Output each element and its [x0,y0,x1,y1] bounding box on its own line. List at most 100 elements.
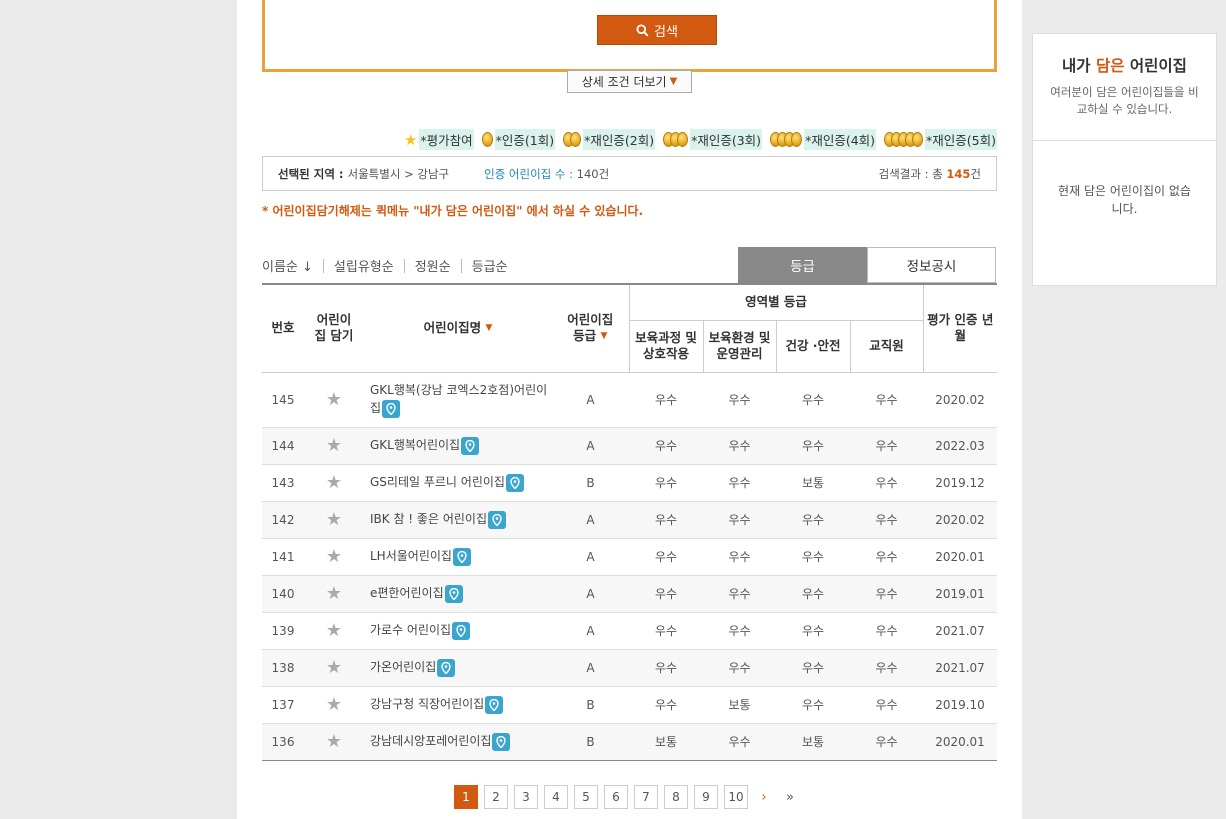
col-grade[interactable]: 어린이집 등급 ▼ [552,283,629,373]
last-page-button[interactable]: » [780,785,800,809]
row-grade-staff: 우수 [850,575,923,613]
result-prefix: 검색결과 : 총 [878,166,943,181]
star-icon[interactable]: ★ [326,694,342,715]
row-no: 142 [262,501,304,539]
daycare-name-link[interactable]: GKL행복어린이집 [370,438,460,452]
row-no: 145 [262,372,304,428]
sort-down-icon: ▼ [600,331,608,342]
row-date: 2020.01 [923,538,997,576]
medal-icon [563,132,582,147]
legend-label: *재인증(4회) [804,129,877,150]
region-bar: 선택된 지역 : 서울특별시 > 강남구 인증 어린이집 수 : 140건 검색… [262,156,997,191]
daycare-name-link[interactable]: 강남데시앙포레어린이집 [370,734,491,748]
row-grade-environment: 우수 [703,501,776,539]
row-grade-curriculum: 보통 [629,723,703,761]
side-empty-message: 현재 담은 어린이집이 없습니다. [1058,184,1191,216]
row-grade: A [552,538,629,576]
page-button[interactable]: 7 [634,785,658,809]
map-pin-icon[interactable] [505,473,524,492]
cert-count: 인증 어린이집 수 : 140건 [484,166,609,182]
star-icon[interactable]: ★ [326,509,342,530]
sort-option[interactable]: 설립유형순 [334,256,394,275]
view-tab[interactable]: 정보공시 [867,247,996,283]
row-grade-curriculum: 우수 [629,575,703,613]
table-row: 143 ★ GS리테일 푸르니 어린이집 B 우수 우수 보통 우수 2019.12 [262,464,997,502]
daycare-name-link[interactable]: 가로수 어린이집 [370,623,451,637]
map-pin-icon[interactable] [492,732,511,751]
row-grade-curriculum: 우수 [629,612,703,650]
row-grade: A [552,372,629,428]
legend-item: *재인증(5회) [884,129,997,150]
star-icon[interactable]: ★ [326,657,342,678]
page-button[interactable]: 9 [694,785,718,809]
row-no: 144 [262,427,304,465]
star-icon[interactable]: ★ [326,731,342,752]
daycare-name-link[interactable]: 강남구청 직장어린이집 [370,697,484,711]
row-grade-environment: 우수 [703,575,776,613]
col-name[interactable]: 어린이집명 ▼ [364,283,552,373]
page-button[interactable]: 10 [724,785,748,809]
result-count: 145 [946,166,971,181]
row-grade-environment: 우수 [703,649,776,687]
page-button[interactable]: 8 [664,785,688,809]
star-icon[interactable]: ★ [326,546,342,567]
map-pin-icon[interactable] [488,510,506,529]
more-conditions-button[interactable]: 상세 조건 더보기 ▼ [567,70,692,93]
star-icon[interactable]: ★ [326,583,342,604]
sort-divider [460,258,462,273]
map-pin-icon[interactable] [461,436,480,455]
row-date: 2019.01 [923,575,997,613]
save-star-cell: ★ [304,538,364,576]
page-button[interactable]: 5 [574,785,598,809]
result-suffix: 건 [970,166,981,181]
table-row: 138 ★ 가온어린이집 A 우수 우수 우수 우수 2021.07 [262,649,997,687]
side-title: 내가 담은 어린이집 [1033,54,1216,76]
cert-count-label: 인증 어린이집 수 : [484,166,574,181]
col-year: 평가 인증 년월 [922,283,997,373]
row-grade-health: 우수 [776,575,850,613]
view-tab[interactable]: 등급 [738,247,867,283]
page-button[interactable]: 6 [604,785,628,809]
row-grade-curriculum: 우수 [629,427,703,465]
row-grade-curriculum: 우수 [629,372,703,428]
row-no: 139 [262,612,304,650]
legend-label: *인증(1회) [494,129,556,150]
side-title-pre: 내가 [1062,57,1096,75]
map-pin-icon[interactable] [452,547,471,566]
daycare-name-link[interactable]: 가온어린이집 [370,660,436,674]
next-page-button[interactable]: › [754,785,774,809]
row-grade: A [552,427,629,465]
daycare-name-link[interactable]: e편한어린이집 [370,586,444,600]
row-grade-staff: 우수 [850,464,923,502]
sort-option[interactable]: 정원순 [415,256,451,275]
search-icon [636,23,649,36]
map-pin-icon[interactable] [437,658,456,677]
chevron-down-icon: ▼ [669,76,678,87]
star-icon[interactable]: ★ [326,472,342,493]
row-name-cell: 강남구청 직장어린이집 [364,686,552,724]
save-star-cell: ★ [304,427,364,465]
map-pin-icon[interactable] [485,695,504,714]
map-pin-icon[interactable] [452,621,471,640]
table-row: 142 ★ IBK 참 ! 좋은 어린이집 A 우수 우수 우수 우수 2020.02 [262,501,997,539]
row-grade-health: 우수 [776,372,850,428]
sort-divider [403,258,405,273]
page-button[interactable]: 2 [484,785,508,809]
star-icon[interactable]: ★ [326,620,342,641]
page-button[interactable]: 4 [544,785,568,809]
page-button[interactable]: 1 [454,785,478,809]
save-star-cell: ★ [304,723,364,761]
search-button[interactable]: 검색 [597,15,717,45]
sort-option[interactable]: 이름순 ↓ [262,256,313,275]
daycare-name-link[interactable]: IBK 참 ! 좋은 어린이집 [370,512,487,526]
star-icon[interactable]: ★ [326,435,342,456]
certification-legend: ★ *평가참여 *인증(1회) *재인증(2회) *재인증(3회) *재인증(4회) *재인… [404,129,997,150]
daycare-name-link[interactable]: GS리테일 푸르니 어린이집 [370,475,505,489]
daycare-name-link[interactable]: LH서울어린이집 [370,549,452,563]
map-pin-icon[interactable] [382,399,401,418]
sort-option[interactable]: 등급순 [472,256,508,275]
star-icon[interactable]: ★ [326,389,342,410]
page-button[interactable]: 3 [514,785,538,809]
legend-label: *평가참여 [419,129,474,150]
map-pin-icon[interactable] [444,584,463,603]
